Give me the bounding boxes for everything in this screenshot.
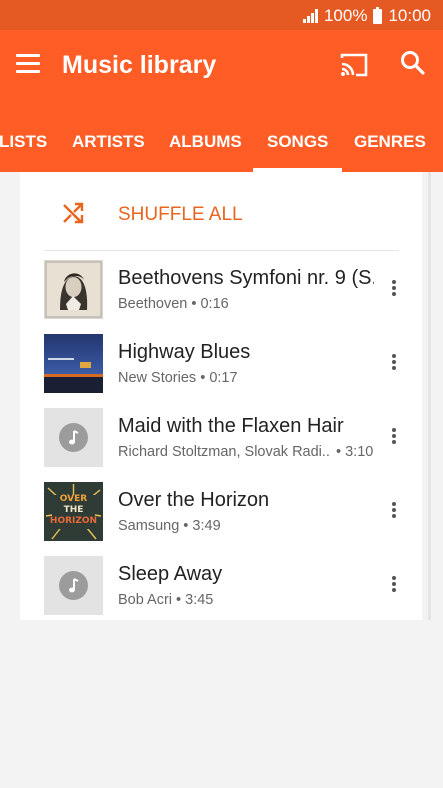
song-duration: 0:17: [209, 370, 238, 386]
song-title: Highway Blues: [118, 341, 251, 363]
song-artist: New Stories: [118, 370, 197, 386]
album-art-highway: [44, 334, 103, 393]
more-options-icon[interactable]: [389, 280, 399, 300]
song-artist: Bob Acri: [118, 592, 172, 608]
song-title: Sleep Away: [118, 563, 223, 585]
more-options-icon[interactable]: [389, 502, 399, 522]
song-artist: Richard Stoltzman, Slovak Radi..: [118, 444, 330, 460]
song-list: SHUFFLE ALL Beethovens Symfoni nr. 9 (S.…: [20, 172, 422, 620]
list-item[interactable]: Sleep Away Bob Acri • 3:45: [20, 548, 422, 622]
song-duration-wrap: • 3:10: [336, 444, 374, 460]
song-artist: Samsung: [118, 518, 180, 534]
list-item[interactable]: Maid with the Flaxen Hair Richard Stoltz…: [20, 400, 422, 474]
tab-lists[interactable]: LISTS: [0, 104, 47, 172]
status-right: 100% 10:00: [302, 6, 431, 26]
divider: [44, 250, 399, 251]
more-options-icon[interactable]: [389, 428, 399, 448]
more-options-icon[interactable]: [389, 576, 399, 596]
list-item[interactable]: Beethovens Symfoni nr. 9 (S.. Beethoven …: [20, 252, 422, 326]
tab-songs[interactable]: SONGS: [252, 104, 343, 172]
song-subtitle: Beethoven • 0:16: [118, 296, 229, 312]
tab-bar: LISTS ARTISTS ALBUMS SONGS GENRES: [0, 104, 443, 172]
battery-icon: [373, 6, 383, 24]
song-duration: 3:10: [345, 444, 374, 460]
music-note-icon: [59, 423, 88, 452]
song-title: Over the Horizon: [118, 489, 270, 511]
shuffle-icon: [63, 202, 84, 224]
album-art-over-the-horizon: OVER THE HORIZON: [44, 482, 103, 541]
music-note-icon: [59, 571, 88, 600]
album-art-beethoven: [44, 260, 103, 319]
more-options-icon[interactable]: [389, 354, 399, 374]
battery-percent: 100%: [323, 6, 368, 25]
song-subtitle: Samsung • 3:49: [118, 518, 221, 534]
song-subtitle: Bob Acri • 3:45: [118, 592, 214, 608]
scrollbar[interactable]: [428, 172, 431, 620]
song-subtitle: Richard Stoltzman, Slovak Radi.. • 3:10: [118, 444, 373, 460]
song-duration: 3:49: [192, 518, 221, 534]
song-duration: 3:45: [185, 592, 214, 608]
tab-artists[interactable]: ARTISTS: [72, 104, 145, 172]
shuffle-all-button[interactable]: SHUFFLE ALL: [20, 172, 422, 250]
page-title: Music library: [62, 51, 217, 79]
song-artist: Beethoven: [118, 296, 188, 312]
song-duration: 0:16: [200, 296, 229, 312]
signal-icon: [302, 9, 318, 23]
list-item[interactable]: OVER THE HORIZON Over the Horizon Samsun…: [20, 474, 422, 548]
song-subtitle: New Stories • 0:17: [118, 370, 238, 386]
list-item[interactable]: Highway Blues New Stories • 0:17: [20, 326, 422, 400]
album-art-placeholder: [44, 408, 103, 467]
app-bar: Music library: [0, 30, 443, 104]
shuffle-all-label: SHUFFLE ALL: [118, 204, 243, 225]
album-art-text: OVER THE HORIZON: [49, 494, 98, 526]
cast-icon[interactable]: [339, 52, 369, 78]
tab-albums[interactable]: ALBUMS: [169, 104, 242, 172]
search-icon[interactable]: [400, 50, 426, 76]
status-bar: 100% 10:00: [0, 0, 443, 30]
song-title: Maid with the Flaxen Hair: [118, 415, 344, 437]
song-title: Beethovens Symfoni nr. 9 (S..: [118, 267, 374, 289]
clock: 10:00: [388, 6, 431, 25]
tab-genres[interactable]: GENRES: [354, 104, 426, 172]
menu-icon[interactable]: [16, 54, 40, 74]
album-art-placeholder: [44, 556, 103, 615]
